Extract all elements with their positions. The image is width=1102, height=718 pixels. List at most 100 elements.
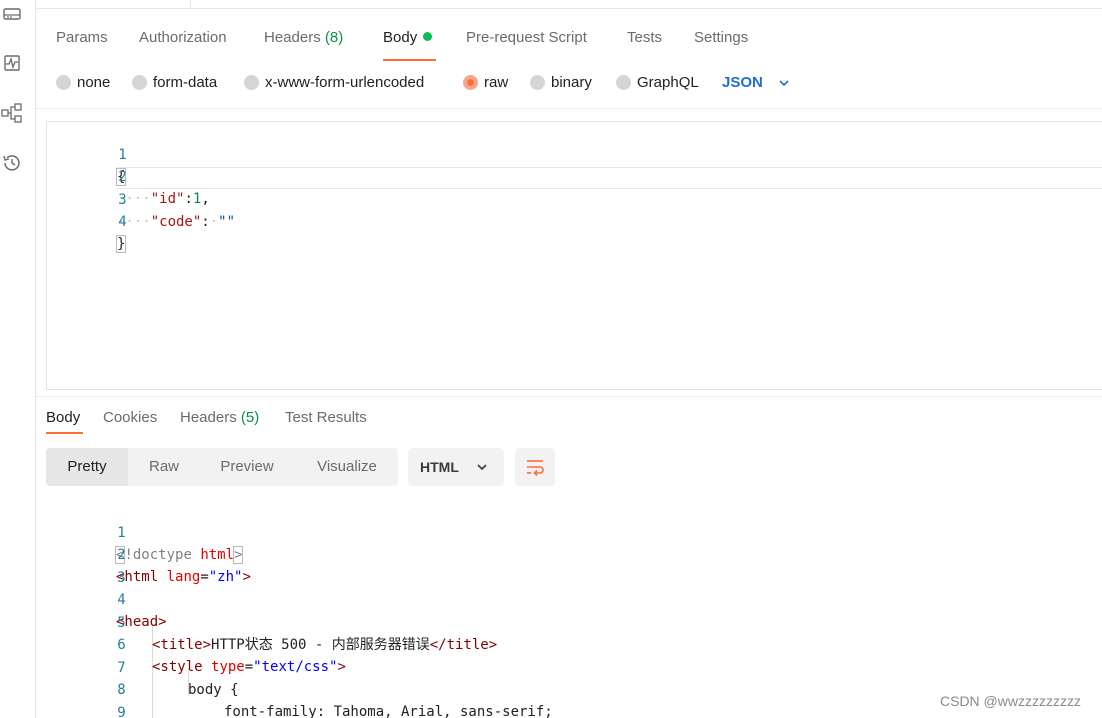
radio-label: binary	[551, 74, 592, 91]
tab-body[interactable]: Body	[383, 28, 433, 48]
response-tab-test-results[interactable]: Test Results	[285, 408, 367, 428]
line-number: 1	[117, 525, 126, 541]
view-mode-visualize[interactable]: Visualize	[302, 448, 392, 486]
json-string: ""	[218, 214, 236, 230]
code-line: 1 <!doctype html>	[46, 500, 244, 564]
radio-label: none	[77, 74, 111, 91]
radio-label: form-data	[153, 74, 218, 91]
request-body-editor[interactable]: 1 { 2 ····"id":1, 3 ····"code":·"" 4 }	[46, 121, 1102, 390]
tab-params[interactable]: Params	[56, 28, 108, 48]
active-tab-underline	[383, 59, 436, 61]
doctype-close: >	[232, 546, 244, 564]
flows-icon[interactable]	[0, 101, 24, 125]
title-text: HTTP状态 500 - 内部服务器错误	[211, 637, 430, 653]
code-line: 2 ····"id":1,	[47, 144, 210, 207]
raw-format-label: JSON	[722, 74, 763, 91]
code-line: 1 {	[47, 122, 127, 186]
json-key: "code"	[150, 214, 202, 230]
response-body-viewer[interactable]: 1 <!doctype html> 2 <html lang="zh"> 3 4…	[46, 500, 1102, 718]
tab-headers[interactable]: Headers (8)	[264, 28, 343, 48]
radio-circle	[616, 75, 631, 90]
response-tab-headers-label: Headers	[180, 409, 237, 426]
tag-close: >	[337, 659, 346, 675]
line-number: 4	[117, 592, 126, 608]
line-number: 9	[117, 705, 126, 718]
code-line: 3	[46, 545, 125, 586]
radio-raw[interactable]: raw	[463, 74, 508, 91]
wrap-lines-button[interactable]	[515, 448, 555, 486]
radio-label: x-www-form-urlencoded	[265, 74, 425, 91]
attr-value: "text/css"	[253, 659, 338, 675]
code-line: 2 <html lang="zh">	[46, 522, 251, 585]
line-number: 8	[117, 682, 126, 698]
radio-binary[interactable]: binary	[530, 74, 592, 91]
tab-pre-request-script[interactable]: Pre-request Script	[466, 28, 587, 48]
css-selector: body {	[188, 682, 239, 698]
doctype-html: html	[200, 547, 235, 563]
code-line: 10	[46, 702, 80, 718]
chevron-down-icon	[477, 464, 487, 471]
view-mode-raw[interactable]: Raw	[128, 448, 200, 486]
tab-body-label: Body	[383, 29, 418, 46]
line-number: 6	[117, 637, 126, 653]
view-mode-pretty[interactable]: Pretty	[46, 448, 128, 486]
code-line: 4 <head>	[46, 567, 167, 630]
line-number: 1	[118, 147, 127, 163]
line-number: 5	[117, 615, 126, 631]
radio-circle	[244, 75, 259, 90]
divider	[36, 108, 1102, 109]
line-number: 2	[117, 547, 126, 563]
chevron-down-icon	[779, 79, 789, 86]
raw-format-dropdown[interactable]: JSON	[722, 74, 791, 91]
tab-settings[interactable]: Settings	[694, 28, 748, 48]
code-line: 3 ····"code":·""	[47, 167, 235, 230]
radio-circle	[530, 75, 545, 90]
radio-form-data[interactable]: form-data	[132, 74, 217, 91]
response-tab-body[interactable]: Body	[46, 408, 80, 428]
code-line: 4 }	[47, 189, 127, 253]
active-response-tab-underline	[46, 432, 83, 434]
monitor-icon[interactable]	[0, 51, 24, 75]
line-number: 3	[117, 570, 126, 586]
url-bar-strip	[36, 0, 1102, 9]
response-tab-headers[interactable]: Headers (5)	[180, 408, 259, 428]
code-line: 5 <title>HTTP状态 500 - 内部服务器错误</title>	[46, 590, 497, 653]
tab-headers-count: (8)	[324, 29, 344, 46]
radio-label: GraphQL	[637, 74, 699, 91]
response-tab-cookies[interactable]: Cookies	[103, 408, 157, 428]
radio-x-www-form-urlencoded[interactable]: x-www-form-urlencoded	[244, 74, 424, 91]
attr-name: type	[211, 659, 245, 675]
attr-value: "zh"	[208, 569, 243, 585]
title-close-tag: </title>	[429, 637, 498, 653]
tab-authorization[interactable]: Authorization	[139, 28, 227, 48]
radio-circle-selected	[463, 75, 478, 90]
radio-circle	[132, 75, 147, 90]
response-format-dropdown[interactable]: HTML	[408, 448, 504, 486]
view-mode-preview[interactable]: Preview	[204, 448, 290, 486]
sidebar-rail	[0, 0, 36, 718]
style-tag: <style	[152, 659, 203, 675]
doctype-keyword: !doctype	[124, 547, 192, 563]
response-format-label: HTML	[420, 459, 459, 475]
history-icon[interactable]	[0, 151, 24, 175]
json-key: "id"	[150, 191, 185, 207]
radio-graphql[interactable]: GraphQL	[616, 74, 699, 91]
environment-icon[interactable]	[0, 2, 24, 26]
line-number: 7	[117, 660, 126, 676]
tab-tests[interactable]: Tests	[627, 28, 662, 48]
radio-circle	[56, 75, 71, 90]
watermark: CSDN @wwzzzzzzzzz	[940, 693, 1081, 709]
line-number: 2	[118, 169, 127, 185]
response-tab-headers-count: (5)	[240, 409, 260, 426]
code-line: 7 body {	[46, 635, 238, 698]
code-line: 8 font-family: Tahoma, Arial, sans-serif…	[46, 657, 552, 718]
close-brace: }	[115, 235, 127, 253]
wrap-lines-icon	[527, 460, 544, 477]
css-declaration: font-family: Tahoma, Arial, sans-serif;	[224, 704, 553, 718]
radio-none[interactable]: none	[56, 74, 110, 91]
title-open-tag: <title>	[152, 637, 212, 653]
current-line-highlight	[117, 167, 1102, 189]
code-line: 9 }	[46, 680, 125, 718]
tag-close: >	[242, 569, 251, 585]
body-indicator-dot	[423, 32, 433, 41]
